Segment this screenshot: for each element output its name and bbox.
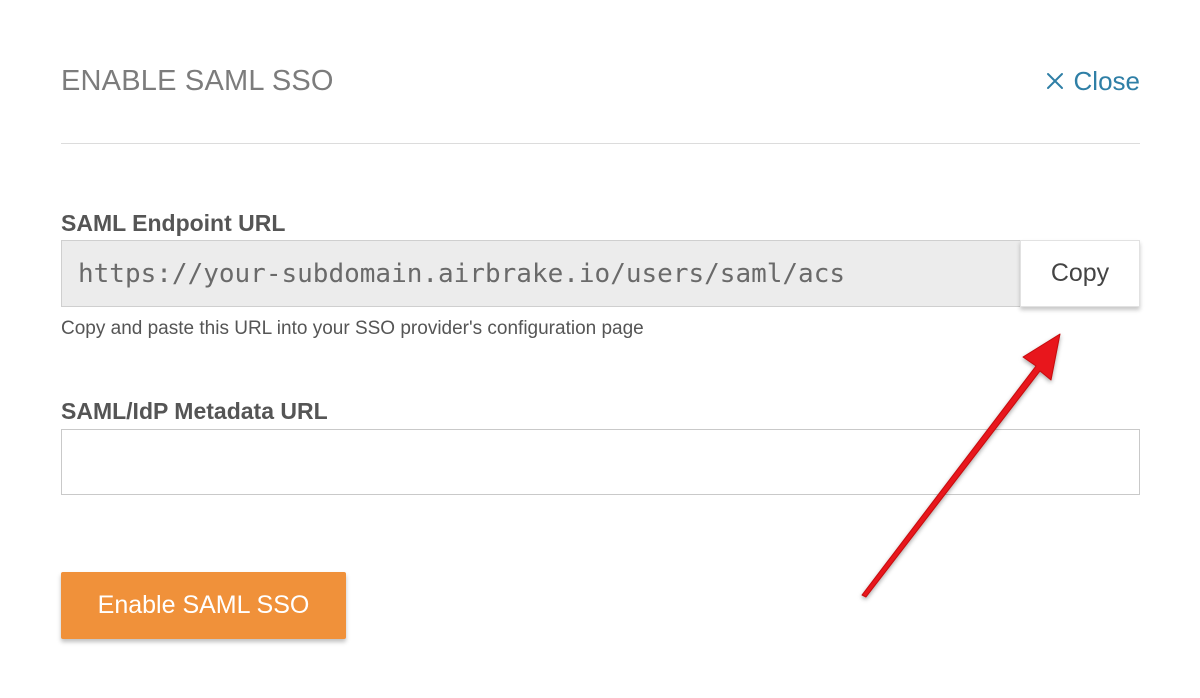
metadata-url-field[interactable] — [61, 429, 1140, 495]
close-button[interactable]: Close — [1046, 63, 1140, 99]
endpoint-url-group: Copy — [61, 240, 1140, 307]
copy-button[interactable]: Copy — [1020, 240, 1140, 307]
close-label: Close — [1073, 66, 1140, 96]
endpoint-url-field[interactable] — [61, 240, 1020, 307]
modal-header: ENABLE SAML SSO Close — [61, 0, 1140, 144]
metadata-url-label: SAML/IdP Metadata URL — [61, 398, 328, 424]
modal-title: ENABLE SAML SSO — [61, 65, 334, 97]
enable-saml-sso-button[interactable]: Enable SAML SSO — [61, 572, 346, 639]
endpoint-url-label: SAML Endpoint URL — [61, 210, 286, 236]
endpoint-help-text: Copy and paste this URL into your SSO pr… — [61, 318, 644, 339]
close-icon — [1046, 72, 1064, 90]
saml-sso-modal: ENABLE SAML SSO Close SAML Endpoint URL … — [0, 0, 1200, 698]
